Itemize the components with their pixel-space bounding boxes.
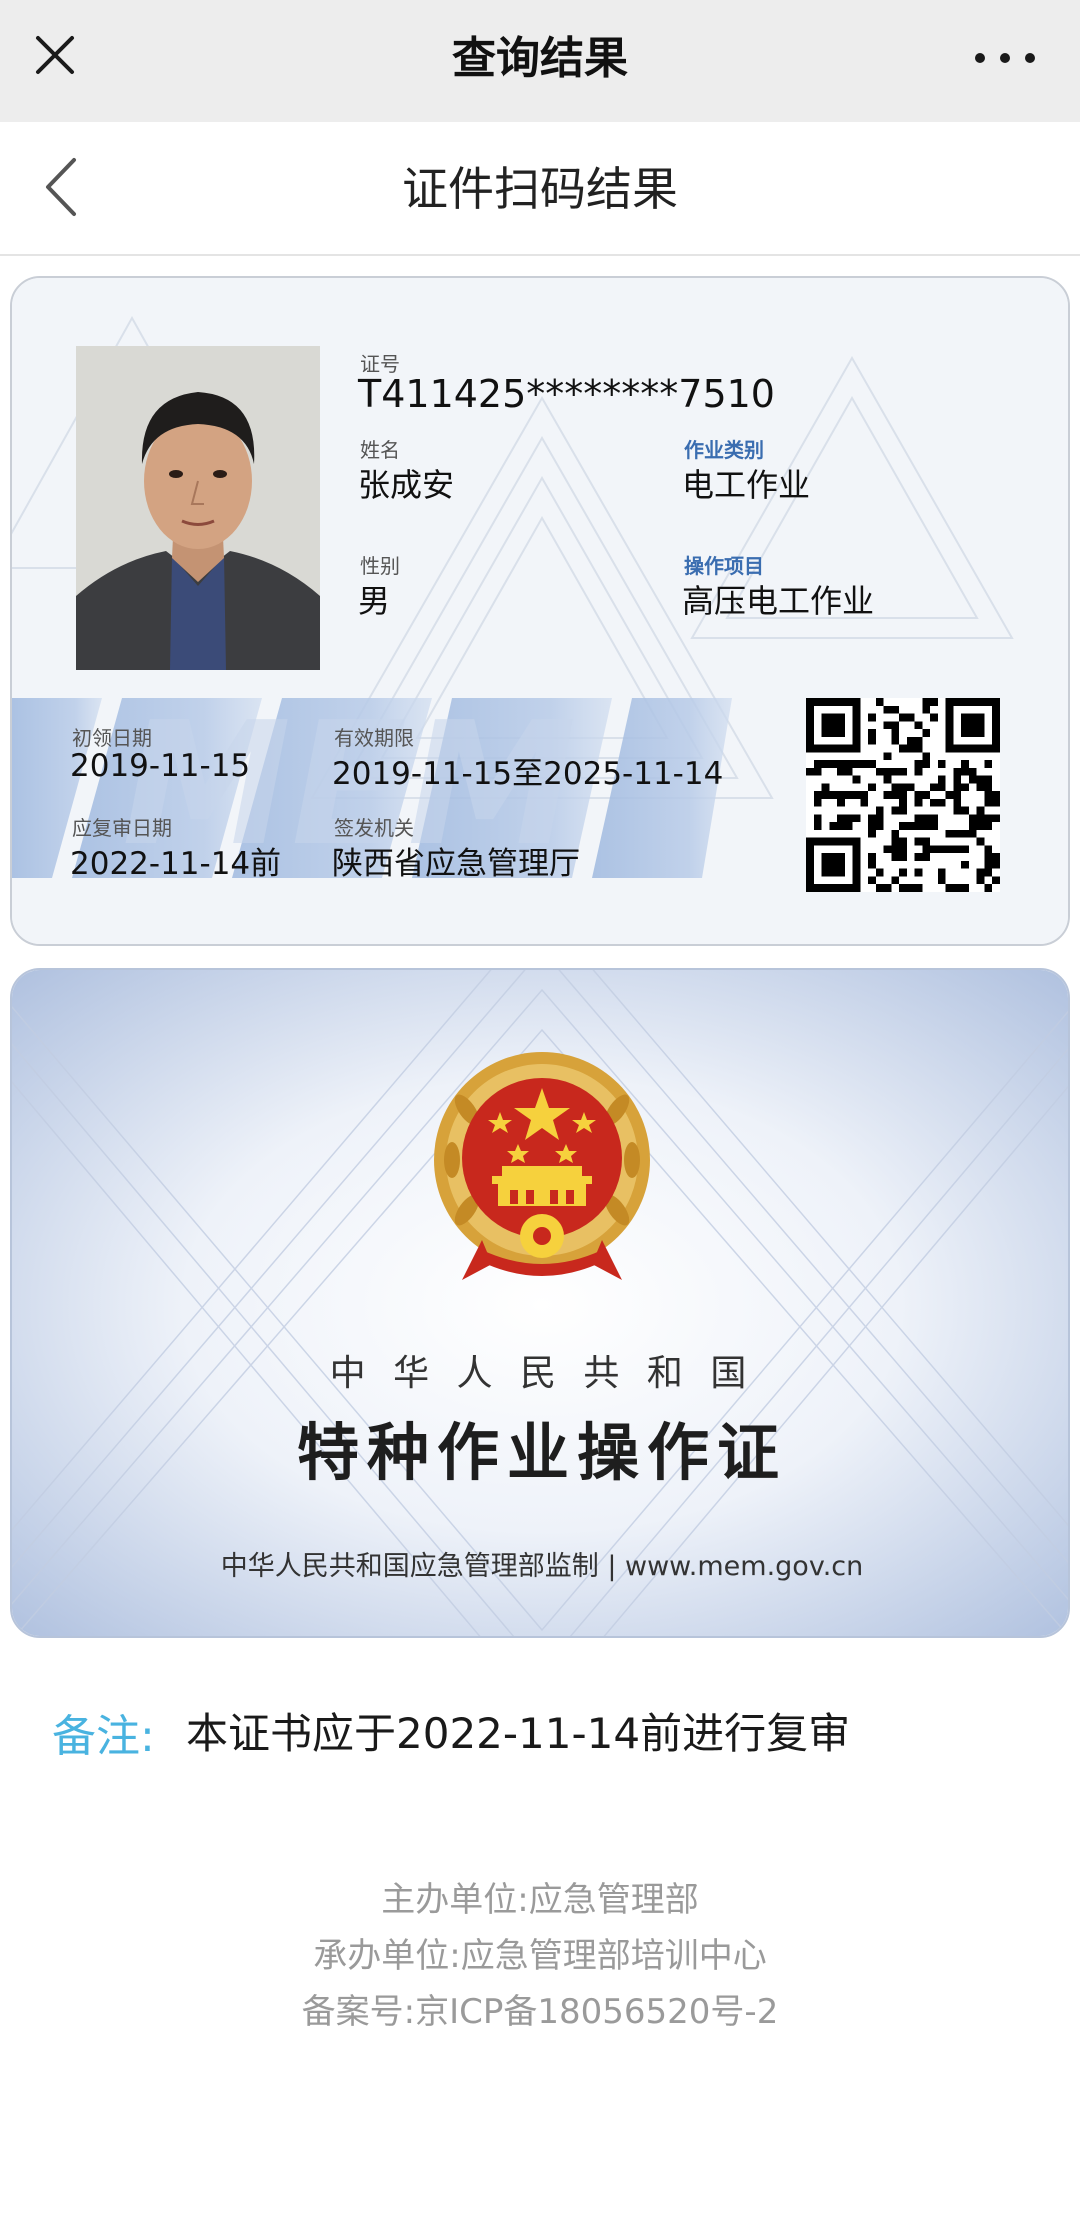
valid-period-label: 有效期限 <box>334 726 414 750</box>
footer-organizer: 承办单位:应急管理部培训中心 <box>313 1936 767 1976</box>
footer-host: 主办单位:应急管理部 <box>381 1880 699 1920</box>
supervision-line: 中华人民共和国应急管理部监制 | www.mem.gov.cn <box>220 1551 864 1582</box>
country-name: 中 华 人 民 共 和 国 <box>329 1353 755 1394</box>
first-date-label: 初领日期 <box>72 726 152 750</box>
issuer-value: 陕西省应急管理厅 <box>332 846 580 882</box>
certificate-back-card: 中 华 人 民 共 和 国 特种作业操作证 中华人民共和国应急管理部监制 | w… <box>10 968 1070 1638</box>
operation-item-value: 高压电工作业 <box>682 582 875 620</box>
page-title: 查询结果 <box>452 33 628 84</box>
gender-value: 男 <box>358 582 391 620</box>
footer-icp: 备案号:京ICP备18056520号-2 <box>301 1992 779 2032</box>
work-type-label: 作业类别 <box>684 438 764 462</box>
certificate-title: 特种作业操作证 <box>296 1416 787 1489</box>
first-date-value: 2019-11-15 <box>70 748 251 784</box>
gender-label: 性别 <box>360 554 400 578</box>
note-text: 本证书应于2022-11-14前进行复审 <box>186 1709 851 1758</box>
sub-header: 证件扫码结果 <box>0 122 1080 256</box>
more-dots-icon[interactable] <box>970 40 1040 76</box>
certificate-front-card: MEM 证号 T411425********7510 姓名 张成安 作业类别 电… <box>10 276 1070 946</box>
holder-photo <box>76 346 320 670</box>
name-label: 姓名 <box>360 438 400 462</box>
cert-number: T411425********7510 <box>358 372 775 416</box>
review-date-label: 应复审日期 <box>72 816 172 840</box>
holder-name: 张成安 <box>358 466 455 504</box>
work-type-value: 电工作业 <box>682 466 811 504</box>
sub-header-title: 证件扫码结果 <box>402 162 678 216</box>
qr-code <box>806 698 1000 892</box>
operation-item-label: 操作项目 <box>684 554 764 578</box>
top-bar: 查询结果 <box>0 0 1080 122</box>
valid-period-value: 2019-11-15至2025-11-14 <box>332 756 724 792</box>
issuer-label: 签发机关 <box>334 816 414 840</box>
review-date-value: 2022-11-14前 <box>70 846 282 882</box>
note-label: 备注: <box>52 1711 155 1762</box>
national-emblem-icon <box>434 1052 650 1280</box>
